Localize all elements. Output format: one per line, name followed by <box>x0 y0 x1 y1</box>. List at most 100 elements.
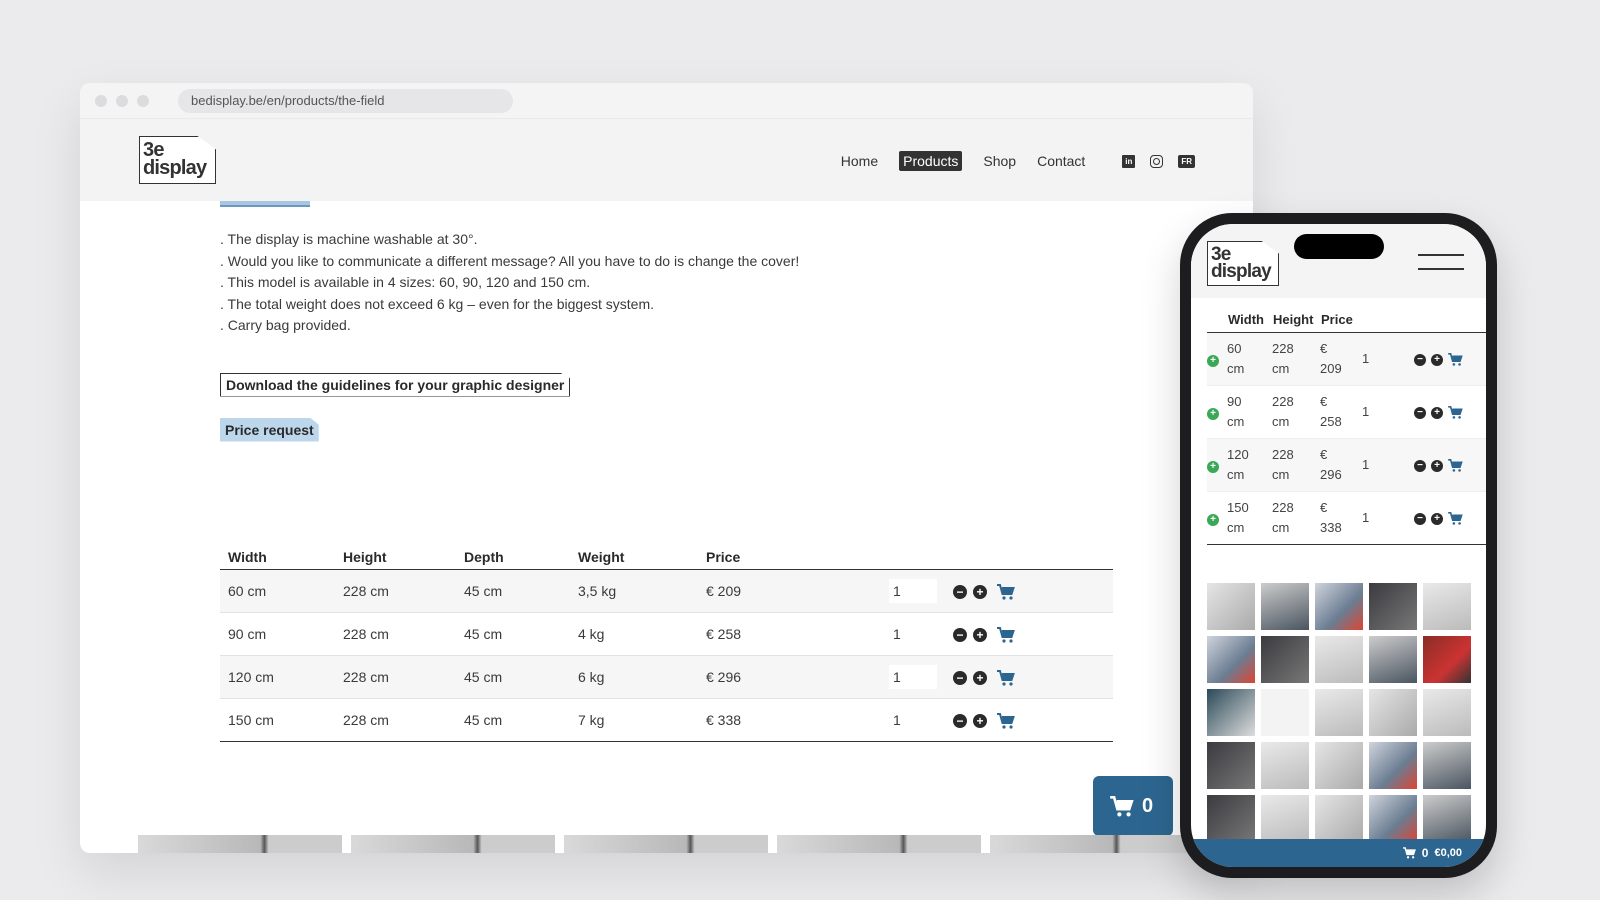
minus-icon[interactable]: − <box>1414 512 1426 525</box>
window-minimize-dot[interactable] <box>116 94 128 107</box>
expand-row-icon[interactable]: + <box>1207 355 1219 367</box>
site-logo[interactable]: 3e display <box>139 136 216 184</box>
gallery-thumbnail[interactable] <box>1423 795 1471 842</box>
gallery-thumbnail[interactable] <box>1369 742 1417 789</box>
minus-icon[interactable]: − <box>953 713 967 728</box>
quantity-input[interactable]: 1 <box>889 622 937 646</box>
product-content: . The display is machine washable at 30°… <box>220 201 1120 442</box>
add-to-cart-icon[interactable] <box>1448 512 1463 525</box>
gallery-thumbnail[interactable] <box>1369 583 1417 630</box>
site-header: 3e display Home Products Shop Contact in… <box>80 119 1253 201</box>
language-switch-fr[interactable]: FR <box>1178 154 1195 168</box>
nav-products[interactable]: Products <box>899 151 963 171</box>
add-to-cart-icon[interactable] <box>996 669 1015 686</box>
quantity-input[interactable]: 1 <box>889 708 937 732</box>
plus-icon[interactable]: + <box>973 713 987 728</box>
add-to-cart-icon[interactable] <box>1448 353 1463 366</box>
download-guidelines-button[interactable]: Download the guidelines for your graphic… <box>220 372 571 397</box>
col-actions <box>945 543 1113 570</box>
feature-item: . The total weight does not exceed 6 kg … <box>220 295 654 312</box>
plus-icon[interactable]: + <box>973 670 987 685</box>
cell-height: 228 <box>1272 447 1294 462</box>
cell-height: 228 <box>1272 500 1294 515</box>
gallery-thumbnail[interactable] <box>1207 583 1255 630</box>
gallery-thumbnail[interactable] <box>1207 636 1255 683</box>
add-to-cart-icon[interactable] <box>996 626 1015 643</box>
gallery-thumbnail[interactable] <box>138 835 342 853</box>
gallery-thumbnail[interactable] <box>1315 742 1363 789</box>
gallery-thumbnail[interactable] <box>1369 636 1417 683</box>
hamburger-menu-icon[interactable] <box>1418 254 1464 282</box>
gallery-thumbnail[interactable] <box>1315 795 1363 842</box>
window-maximize-dot[interactable] <box>137 94 149 107</box>
floating-cart-button[interactable]: 0 <box>1093 776 1173 836</box>
gallery-thumbnail[interactable] <box>1423 742 1471 789</box>
gallery-thumbnail[interactable] <box>1261 795 1309 842</box>
gallery-thumbnail[interactable] <box>351 835 555 853</box>
add-to-cart-icon[interactable] <box>996 583 1015 600</box>
feature-list: . The display is machine washable at 30°… <box>220 229 1120 337</box>
quantity-input[interactable]: 1 <box>1358 510 1369 525</box>
window-close-dot[interactable] <box>95 94 107 107</box>
gallery-thumbnail[interactable] <box>1423 689 1471 736</box>
minus-icon[interactable]: − <box>953 670 967 685</box>
quantity-input[interactable]: 1 <box>889 579 937 603</box>
plus-icon[interactable]: + <box>1431 512 1443 525</box>
mobile-cart-bar[interactable]: 0 €0,00 <box>1191 839 1486 867</box>
gallery-thumbnail[interactable] <box>1261 742 1309 789</box>
gallery-thumbnail[interactable] <box>1207 742 1255 789</box>
minus-icon[interactable]: − <box>1414 459 1426 472</box>
nav-home[interactable]: Home <box>841 153 878 169</box>
plus-icon[interactable]: + <box>973 627 987 642</box>
table-row: + 60 cm 228 cm €209 1 − + <box>1207 332 1486 386</box>
expand-row-icon[interactable]: + <box>1207 461 1219 473</box>
expand-row-icon[interactable]: + <box>1207 408 1219 420</box>
gallery-thumbnail[interactable] <box>1261 636 1309 683</box>
gallery-thumbnail[interactable] <box>777 835 981 853</box>
quantity-input[interactable]: 1 <box>1358 404 1369 419</box>
cell-price: € 209 <box>698 569 881 613</box>
nav-contact[interactable]: Contact <box>1037 153 1085 169</box>
gallery-thumbnail[interactable] <box>1423 636 1471 683</box>
minus-icon[interactable]: − <box>953 627 967 642</box>
instagram-icon[interactable] <box>1150 154 1164 168</box>
cell-width: 90 <box>1227 394 1242 409</box>
feature-item: . Carry bag provided. <box>220 317 351 333</box>
gallery-thumbnail[interactable] <box>1261 689 1309 736</box>
gallery-thumbnail[interactable] <box>1315 636 1363 683</box>
gallery-thumbnail[interactable] <box>1423 583 1471 630</box>
table-row: 90 cm 228 cm 45 cm 4 kg € 258 1 − + <box>220 612 1113 656</box>
quantity-input[interactable]: 1 <box>889 665 937 689</box>
plus-icon[interactable]: + <box>1431 353 1443 366</box>
gallery-thumbnail[interactable] <box>1369 689 1417 736</box>
add-to-cart-icon[interactable] <box>1448 406 1463 419</box>
gallery-thumbnail[interactable] <box>1261 583 1309 630</box>
add-to-cart-icon[interactable] <box>1448 459 1463 472</box>
gallery-thumbnail[interactable] <box>1315 689 1363 736</box>
add-to-cart-icon[interactable] <box>996 712 1015 729</box>
expand-row-icon[interactable]: + <box>1207 514 1219 526</box>
gallery-thumbnail[interactable] <box>1207 795 1255 842</box>
plus-icon[interactable]: + <box>1431 459 1443 472</box>
minus-icon[interactable]: − <box>1414 406 1426 419</box>
gallery-thumbnail[interactable] <box>1369 795 1417 842</box>
cell-width-unit: cm <box>1227 467 1245 482</box>
plus-icon[interactable]: + <box>1431 406 1443 419</box>
gallery-thumbnail[interactable] <box>564 835 768 853</box>
gallery-thumbnail[interactable] <box>990 835 1194 853</box>
price-request-button[interactable]: Price request <box>220 417 319 442</box>
nav-shop[interactable]: Shop <box>983 153 1016 169</box>
gallery-thumbnail[interactable] <box>1315 583 1363 630</box>
feature-item: . The display is machine washable at 30°… <box>220 231 478 247</box>
gallery-thumbnail[interactable] <box>1207 689 1255 736</box>
linkedin-icon[interactable]: in <box>1122 154 1136 168</box>
cell-currency: € <box>1320 341 1328 356</box>
cell-width-unit: cm <box>1227 520 1245 535</box>
address-bar[interactable]: bedisplay.be/en/products/the-field <box>178 88 513 113</box>
mobile-site-logo[interactable]: 3e display <box>1207 241 1279 286</box>
quantity-input[interactable]: 1 <box>1358 457 1369 472</box>
quantity-input[interactable]: 1 <box>1358 351 1369 366</box>
minus-icon[interactable]: − <box>1414 353 1426 366</box>
minus-icon[interactable]: − <box>953 584 967 599</box>
plus-icon[interactable]: + <box>973 584 987 599</box>
